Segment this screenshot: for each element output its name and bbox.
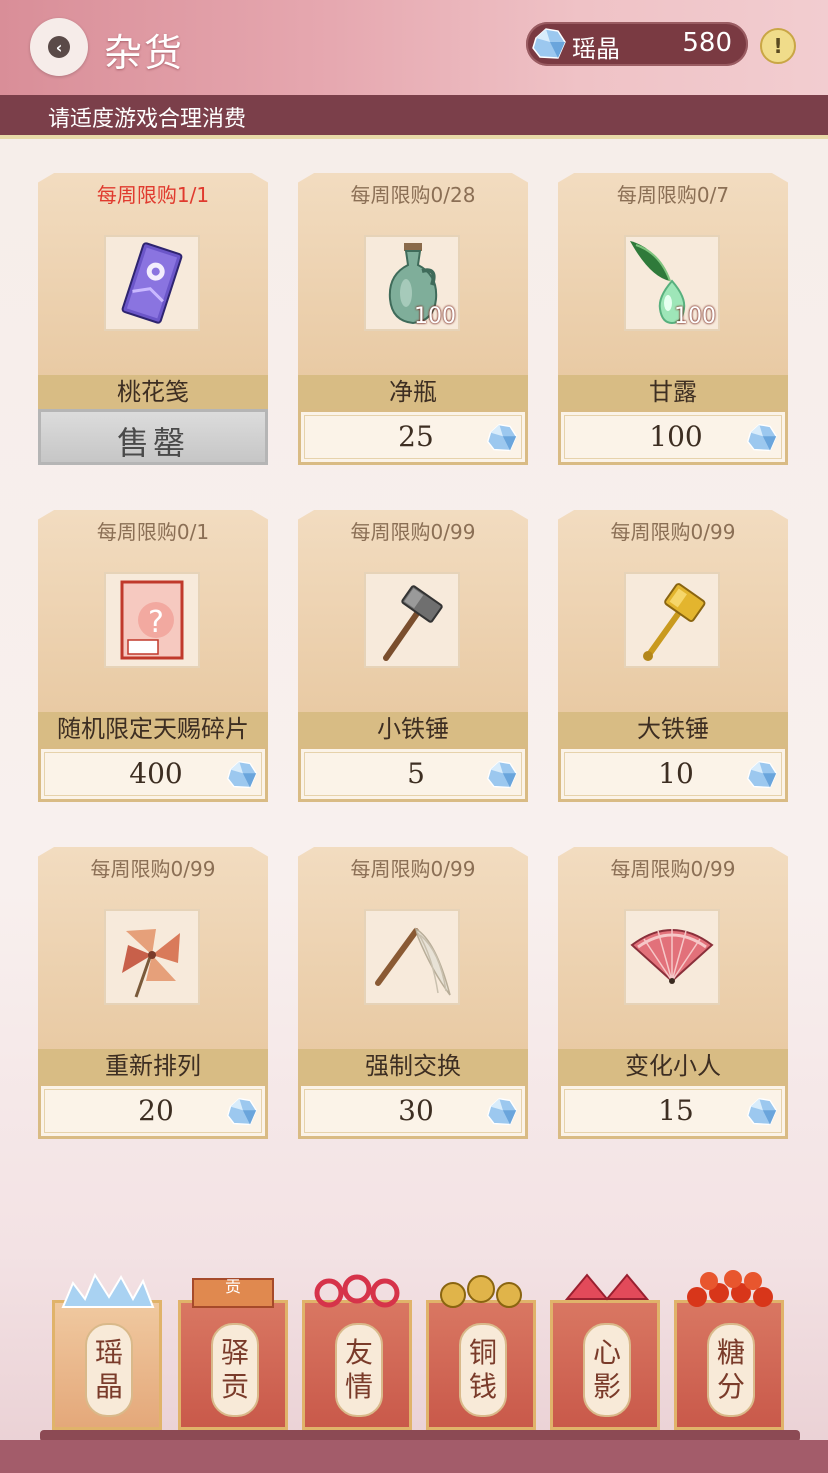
purchase-limit: 每周限购0/99 [610,520,736,544]
purchase-limit: 每周限购0/7 [616,183,730,207]
crystal-icon [487,423,517,452]
crystal-icon [747,760,777,789]
tab-tongqian[interactable]: 铜钱 [426,1275,536,1430]
tab-yigong[interactable]: 贡 驿贡 [178,1277,288,1430]
shop-item-card[interactable]: 每周限购0/99 重新排列 20 [38,847,268,1139]
notice-text: 请适度游戏合理消费 [48,107,247,132]
tab-label: 友情 [335,1323,383,1417]
tribute-box-label: 贡 [224,1277,241,1296]
item-name: 桃花笺 [38,375,268,409]
tab-xinying[interactable]: 心影 [550,1273,660,1430]
shop-item-card[interactable]: 每周限购0/7 100 甘露 100 [558,173,788,465]
peach-blossom-card-icon [121,242,183,324]
item-name: 重新排列 [38,1049,268,1083]
buy-button[interactable]: 20 [38,1083,268,1139]
shop-item-card[interactable]: 每周限购0/28 100 净瓶 25 [298,173,528,465]
purchase-limit: 每周限购0/99 [90,857,216,881]
buy-button[interactable]: 400 [38,746,268,802]
currency-label: 瑶晶 [572,35,620,63]
crystal-icon [227,1097,257,1126]
item-quantity: 100 [414,304,456,329]
item-icon-frame [624,572,720,668]
buy-button[interactable]: 25 [298,409,528,465]
buy-button[interactable]: 5 [298,746,528,802]
tab-tangfen[interactable]: 糖分 [674,1270,784,1430]
svg-text:?: ? [148,605,164,640]
currency-display: 瑶晶 580 [526,22,748,66]
fragment-card-icon: ? [120,580,184,660]
notice-bar: 请适度游戏合理消费 [0,95,828,139]
crystal-icon [747,1097,777,1126]
shop-item-card[interactable]: 每周限购0/99 小铁锤 5 [298,510,528,802]
item-name: 变化小人 [558,1049,788,1083]
purchase-limit: 每周限购1/1 [96,183,210,207]
tab-youqing[interactable]: 友情 [302,1274,412,1430]
purchase-limit: 每周限购0/99 [350,857,476,881]
shop-item-card[interactable]: 每周限购0/99 大铁锤 10 [558,510,788,802]
big-hammer-icon [643,583,706,661]
header-bar: ‹ 杂货 瑶晶 580 ! [0,0,828,95]
item-icon-frame [624,909,720,1005]
item-icon-frame: 100 [364,235,460,331]
knot-icon [314,1274,400,1308]
item-name: 强制交换 [298,1049,528,1083]
item-icon-frame: 100 [624,235,720,331]
item-icon-frame [104,235,200,331]
purchase-limit: 每周限购0/99 [350,520,476,544]
purchase-limit: 每周限购0/99 [610,857,736,881]
tab-label: 铜钱 [459,1323,507,1417]
item-name: 甘露 [558,375,788,409]
item-icon-frame [104,909,200,1005]
coins-icon [440,1275,522,1308]
crystal-icon [487,1097,517,1126]
pinwheel-icon [122,929,180,998]
small-hammer-icon [383,585,443,661]
item-icon-frame: ? [104,572,200,668]
tab-label: 心影 [583,1323,631,1417]
crystal-icon [227,760,257,789]
currency-amount: 580 [682,28,732,58]
crystals-icon [61,1272,155,1308]
info-button[interactable]: ! [760,28,796,64]
candy-icon [687,1270,773,1307]
item-quantity: 100 [674,304,716,329]
tab-yaojing[interactable]: 瑶晶 [52,1272,162,1430]
hearts-icon [564,1273,650,1301]
sold-out-label: 售罄 [116,424,189,462]
buy-button[interactable]: 30 [298,1083,528,1139]
item-name: 随机限定天赐碎片 [38,712,268,746]
buy-button[interactable]: 10 [558,746,788,802]
bottom-strip [0,1440,828,1473]
item-name: 大铁锤 [558,712,788,746]
tab-label: 瑶晶 [85,1323,133,1417]
tab-label: 糖分 [707,1323,755,1417]
shop-item-card[interactable]: 每周限购1/1 桃花笺 售罄 [38,173,268,465]
buy-button[interactable]: 100 [558,409,788,465]
crystal-icon [532,28,566,59]
fan-icon [630,929,714,984]
shop-item-card[interactable]: 每周限购0/99 强制交换 30 [298,847,528,1139]
whisk-icon [375,927,451,996]
purchase-limit: 每周限购0/1 [96,520,210,544]
back-button[interactable]: ‹ [30,18,88,76]
tab-label: 驿贡 [211,1323,259,1417]
buy-button[interactable]: 15 [558,1083,788,1139]
shop-item-card[interactable]: 每周限购0/1 ? 随机限定天赐碎片 400 [38,510,268,802]
shop-item-card[interactable]: 每周限购0/99 变化小人 15 [558,847,788,1139]
purchase-limit: 每周限购0/28 [350,183,476,207]
item-icon-frame [364,909,460,1005]
page-title: 杂货 [104,31,185,75]
crystal-icon [747,423,777,452]
sold-out-button: 售罄 [38,409,268,465]
item-name: 净瓶 [298,375,528,409]
chevron-left-icon: ‹ [48,36,70,58]
item-name: 小铁锤 [298,712,528,746]
crystal-icon [487,760,517,789]
item-icon-frame [364,572,460,668]
